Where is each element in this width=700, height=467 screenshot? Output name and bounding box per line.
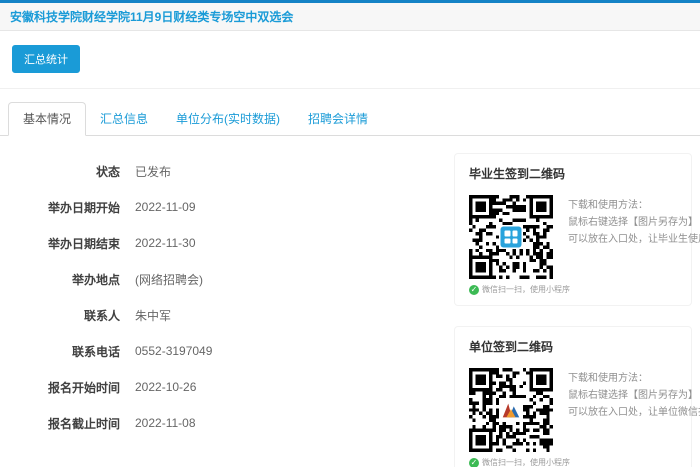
main-content: 状态 已发布 举办日期开始 2022-11-09 举办日期结束 2022-11-… [0,136,700,467]
instruction-line: 下载和使用方法： [568,197,700,214]
tab-basic-info[interactable]: 基本情况 [8,102,86,136]
field-value: 0552-3197049 [135,344,212,358]
qr-caption: ✓ 微信扫一扫，使用小程序 [469,457,555,467]
qr-card-title: 毕业生签到二维码 [469,165,677,182]
instruction-line: 鼠标右键选择【图片另存为】 [568,214,700,231]
instruction-line: 下载和使用方法： [568,370,700,387]
form-row-location: 举办地点 (网络招聘会) [0,261,392,297]
page-header: 安徽科技学院财经学院11月9日财经类专场空中双选会 [0,3,700,31]
field-label: 举办日期结束 [0,235,120,252]
field-value: 2022-11-09 [135,200,196,214]
unit-qr-code-image [469,368,553,452]
form-row-signup-deadline: 报名截止时间 2022-11-08 [0,405,392,441]
field-label: 报名开始时间 [0,379,120,396]
form-row-signup-start: 报名开始时间 2022-10-26 [0,369,392,405]
field-label: 报名截止时间 [0,415,120,432]
qr-block: ✓ 微信扫一扫，使用小程序 [469,195,555,295]
qr-caption: ✓ 微信扫一扫，使用小程序 [469,284,555,295]
qr-caption-text: 微信扫一扫，使用小程序 [482,284,570,295]
field-value: 已发布 [135,163,171,180]
instruction-line: 可以放在入口处，让毕业生使用微信扫码 [568,231,700,248]
check-icon: ✓ [469,458,479,467]
field-label: 联系人 [0,307,120,324]
qr-caption-text: 微信扫一扫，使用小程序 [482,457,570,467]
qr-block: ✓ 微信扫一扫，使用小程序 [469,368,555,467]
field-value: 2022-11-08 [135,416,196,430]
mini-program-window-icon [501,227,522,248]
basic-info-form: 状态 已发布 举办日期开始 2022-11-09 举办日期结束 2022-11-… [0,153,392,467]
summary-statistics-button[interactable]: 汇总统计 [12,45,80,73]
qr-card-title: 单位签到二维码 [469,338,677,355]
form-row-status: 状态 已发布 [0,153,392,189]
qr-row: ✓ 微信扫一扫，使用小程序 下载和使用方法： 鼠标右键选择【图片另存为】 可以放… [469,195,677,295]
tab-bar: 基本情况 汇总信息 单位分布(实时数据) 招聘会详情 [0,102,700,136]
field-value: 2022-10-26 [135,380,196,394]
form-row-contact-person: 联系人 朱中军 [0,297,392,333]
field-value: 2022-11-30 [135,236,196,250]
tab-unit-distribution[interactable]: 单位分布(实时数据) [162,103,294,135]
toolbar: 汇总统计 [0,31,700,89]
tab-summary-info[interactable]: 汇总信息 [86,103,162,135]
graduate-qr-code-image [469,195,553,279]
field-value: (网络招聘会) [135,271,203,288]
qr-instructions: 下载和使用方法： 鼠标右键选择【图片另存为】 可以放在入口处，让单位微信扫码 [568,368,700,467]
form-row-end-date: 举办日期结束 2022-11-30 [0,225,392,261]
form-row-contact-phone: 联系电话 0552-3197049 [0,333,392,369]
instruction-line: 可以放在入口处，让单位微信扫码 [568,404,700,421]
tab-fair-details[interactable]: 招聘会详情 [294,103,382,135]
qr-instructions: 下载和使用方法： 鼠标右键选择【图片另存为】 可以放在入口处，让毕业生使用微信扫… [568,195,700,295]
qr-row: ✓ 微信扫一扫，使用小程序 下载和使用方法： 鼠标右键选择【图片另存为】 可以放… [469,368,677,467]
instruction-line: 鼠标右键选择【图片另存为】 [568,387,700,404]
unit-signin-qr-card: 单位签到二维码 ✓ 微信扫一扫，使用小程 [454,326,692,467]
field-value: 朱中军 [135,307,171,324]
qr-code-column: 毕业生签到二维码 ✓ 微信扫一扫，使用小程序 下载和使用方法： 鼠标右键选 [454,153,692,467]
field-label: 举办日期开始 [0,199,120,216]
graduate-signin-qr-card: 毕业生签到二维码 ✓ 微信扫一扫，使用小程序 下载和使用方法： 鼠标右键选 [454,153,692,306]
page-title: 安徽科技学院财经学院11月9日财经类专场空中双选会 [10,8,293,25]
school-emblem-icon [499,398,523,422]
field-label: 状态 [0,163,120,180]
form-row-start-date: 举办日期开始 2022-11-09 [0,189,392,225]
field-label: 举办地点 [0,271,120,288]
field-label: 联系电话 [0,343,120,360]
check-icon: ✓ [469,285,479,295]
